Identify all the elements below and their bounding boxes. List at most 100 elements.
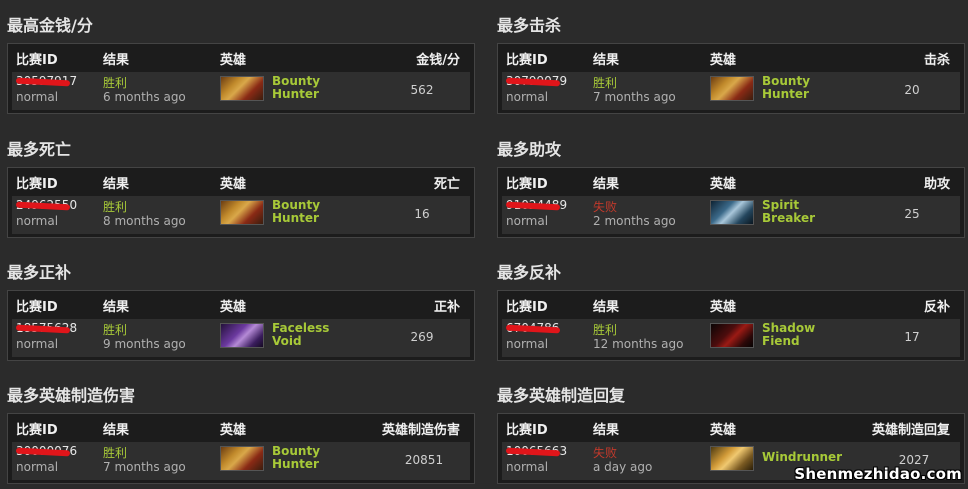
record-value: 562 [410, 83, 434, 97]
section-title: 最多助攻 [497, 140, 562, 159]
game-mode: normal [16, 460, 59, 474]
match-id-link[interactable]: 6704786 [505, 321, 561, 336]
match-id-link[interactable]: 24962550 [15, 198, 77, 213]
hero-name-line1: Windrunner [762, 450, 843, 464]
match-id-link[interactable]: 30799079 [505, 74, 567, 89]
result-status: 胜利 [593, 323, 618, 337]
section-title: 最多正补 [7, 263, 72, 282]
match-id-link[interactable]: 91024489 [505, 198, 567, 213]
hero-name-line2: Hunter [272, 211, 319, 225]
table-header: 比赛ID 结果 英雄 英雄制造伤害 [8, 414, 474, 438]
match-time: 8 months ago [103, 214, 186, 228]
header-hero: 英雄 [220, 53, 247, 68]
header-hero: 英雄 [710, 423, 737, 438]
hero-name-link[interactable]: Bounty Hunter [272, 445, 342, 471]
result-status: 胜利 [593, 76, 618, 90]
result-cell: 胜利 9 months ago [103, 321, 186, 351]
hero-portrait-icon[interactable] [220, 446, 264, 471]
record-section: 最多英雄制造回复比赛ID 结果 英雄 英雄制造回复 10065663normal 失败a … [490, 385, 965, 484]
match-id-link[interactable]: 10065663 [505, 444, 567, 459]
result-status: 胜利 [103, 200, 128, 214]
record-value: 17 [904, 330, 920, 344]
match-id-link[interactable]: 30597917 [15, 74, 77, 89]
hero-portrait-icon[interactable] [710, 200, 754, 225]
hero-name-link[interactable]: Windrunner [762, 450, 843, 464]
record-table: 比赛ID 结果 英雄 金钱/分 30597917normal 胜利6 months ago… [7, 43, 475, 114]
record-table: 比赛ID 结果 英雄 助攻 91024489normal 失败2 months ago Sp… [497, 167, 965, 238]
result-cell: 胜利 8 months ago [103, 198, 186, 228]
header-value: 英雄制造回复 [871, 423, 950, 438]
result-cell: 胜利 12 months ago [593, 321, 683, 351]
table-row[interactable]: 91024489normal 失败2 months ago SpiritBreake… [502, 196, 960, 234]
record-section: 最高金钱/分比赛ID 结果 英雄 金钱/分 30597917normal 胜利6 mont… [0, 15, 475, 114]
header-result: 结果 [593, 177, 620, 192]
hero-name-link[interactable]: Bounty Hunter [272, 199, 342, 225]
header-value: 击杀 [923, 53, 950, 68]
header-result: 结果 [103, 53, 130, 68]
table-row[interactable]: 30000076normal 胜利7 months ago BountyHunter… [12, 442, 470, 480]
table-row[interactable]: 30799079normal 胜利7 months ago BountyHunter… [502, 72, 960, 110]
table-row[interactable]: 18575628normal 胜利9 months ago FacelessVoid… [12, 319, 470, 357]
hero-name-link[interactable]: Shadow Fiend [762, 322, 832, 348]
hero-name-link[interactable]: Spirit Breaker [762, 199, 832, 225]
hero-portrait-icon[interactable] [710, 446, 754, 471]
record-section: 最多死亡比赛ID 结果 英雄 死亡 24962550normal 胜利8 months a… [0, 139, 475, 238]
record-value: 20 [904, 83, 920, 97]
game-mode: normal [16, 90, 59, 104]
header-value: 正补 [433, 300, 460, 315]
hero-name-link[interactable]: Bounty Hunter [272, 75, 342, 101]
game-mode: normal [16, 337, 59, 351]
header-value: 死亡 [433, 177, 460, 192]
header-match-id: 比赛ID [506, 177, 548, 192]
section-title: 最高金钱/分 [7, 16, 93, 35]
hero-portrait-icon[interactable] [220, 76, 264, 101]
match-cell: 18575628normal [15, 321, 77, 351]
hero-name-line2: Hunter [272, 457, 319, 471]
header-hero: 英雄 [220, 177, 247, 192]
match-time: 9 months ago [103, 337, 186, 351]
header-match-id: 比赛ID [16, 423, 58, 438]
table-row[interactable]: 6704786normal 胜利12 months ago ShadowFiend 1… [502, 319, 960, 357]
table-header: 比赛ID 结果 英雄 死亡 [8, 168, 474, 192]
match-time: 7 months ago [593, 90, 676, 104]
match-id-link[interactable]: 18575628 [15, 321, 77, 336]
table-header: 比赛ID 结果 英雄 反补 [498, 291, 964, 315]
match-time: 6 months ago [103, 90, 186, 104]
header-value: 金钱/分 [416, 53, 460, 68]
hero-portrait-icon[interactable] [220, 200, 264, 225]
table-row[interactable]: 30597917normal 胜利6 months ago BountyHunter… [12, 72, 470, 110]
match-cell: 30799079normal [505, 74, 567, 104]
hero-name-line2: Void [272, 334, 302, 348]
hero-name-link[interactable]: Bounty Hunter [762, 75, 832, 101]
record-section: 最多助攻比赛ID 结果 英雄 助攻 91024489normal 失败2 months a… [490, 139, 965, 238]
result-cell: 失败 2 months ago [593, 198, 676, 228]
record-value: 20851 [404, 453, 444, 467]
hero-portrait-icon[interactable] [710, 323, 754, 348]
result-status: 失败 [593, 200, 618, 214]
match-id-link[interactable]: 30000076 [15, 444, 77, 459]
hero-portrait-icon[interactable] [220, 323, 264, 348]
game-mode: normal [506, 337, 549, 351]
hero-portrait-icon[interactable] [710, 76, 754, 101]
header-match-id: 比赛ID [16, 177, 58, 192]
table-row[interactable]: 24962550normal 胜利8 months ago BountyHunter… [12, 196, 470, 234]
result-status: 失败 [593, 446, 618, 460]
record-table: 比赛ID 结果 英雄 英雄制造伤害 30000076normal 胜利7 months a… [7, 413, 475, 484]
record-table: 比赛ID 结果 英雄 反补 6704786normal 胜利12 months ago Sh… [497, 290, 965, 361]
header-match-id: 比赛ID [506, 53, 548, 68]
result-cell: 胜利 6 months ago [103, 74, 186, 104]
header-result: 结果 [103, 423, 130, 438]
result-status: 胜利 [103, 446, 128, 460]
result-cell: 胜利 7 months ago [593, 74, 676, 104]
game-mode: normal [16, 214, 59, 228]
hero-name-line2: Hunter [762, 87, 809, 101]
record-table: 比赛ID 结果 英雄 正补 18575628normal 胜利9 months ago Fa… [7, 290, 475, 361]
hero-name-line2: Hunter [272, 87, 319, 101]
table-header: 比赛ID 结果 英雄 正补 [8, 291, 474, 315]
hero-name-line2: Fiend [762, 334, 800, 348]
header-hero: 英雄 [710, 177, 737, 192]
record-table: 比赛ID 结果 英雄 击杀 30799079normal 胜利7 months ago Bo… [497, 43, 965, 114]
table-header: 比赛ID 结果 英雄 英雄制造回复 [498, 414, 964, 438]
header-match-id: 比赛ID [16, 300, 58, 315]
hero-name-link[interactable]: Faceless Void [272, 322, 342, 348]
